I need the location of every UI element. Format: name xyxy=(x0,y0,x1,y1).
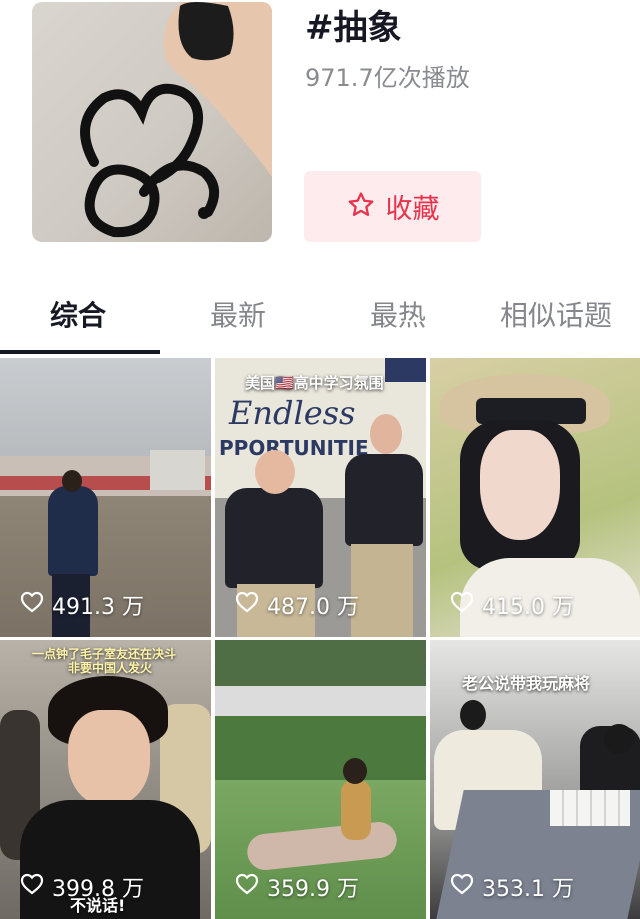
student-left-head xyxy=(255,450,295,494)
heart-outline-icon xyxy=(20,873,44,901)
topic-cover-image xyxy=(32,2,272,242)
student-right-pants xyxy=(351,544,413,637)
girl-head xyxy=(343,758,367,784)
likes-value: 491.3 万 xyxy=(52,595,144,620)
likes-value: 353.1 万 xyxy=(482,877,574,902)
likes-count: 415.0 万 xyxy=(450,589,574,621)
video-caption-line2: 非要中国人发火 xyxy=(68,661,153,675)
girl-body xyxy=(341,780,371,840)
likes-count: 491.3 万 xyxy=(20,589,144,621)
likes-count: 487.0 万 xyxy=(235,589,359,621)
man-head xyxy=(460,700,486,730)
mahjong-tiles xyxy=(550,790,630,826)
sign-text-2: PPORTUNITIE xyxy=(219,436,369,460)
star-outline-icon xyxy=(346,190,376,224)
heart-outline-icon xyxy=(450,591,474,619)
video-grid: 491.3 万 美国🇺🇸高中学习氛围 Endless PPORTUNITIE 4… xyxy=(0,358,640,919)
tab-comprehensive[interactable]: 综合 xyxy=(50,296,106,336)
favorite-button[interactable]: 收藏 xyxy=(304,171,481,242)
likes-count: 353.1 万 xyxy=(450,871,574,903)
player-figure xyxy=(48,486,98,576)
video-caption: 美国🇺🇸高中学习氛围 xyxy=(245,374,384,392)
woman-head xyxy=(604,724,634,754)
play-count: 971.7亿次播放 xyxy=(305,64,470,92)
face xyxy=(480,430,560,540)
video-tile[interactable]: 一点钟了毛子室友还在决斗 非要中国人发火 不说话! 399.8 万 xyxy=(0,640,211,919)
heart-outline-icon xyxy=(450,873,474,901)
building xyxy=(150,450,205,490)
video-tile[interactable]: 老公说带我玩麻将 353.1 万 xyxy=(430,640,640,919)
tab-bar: 综合 最新 最热 相似话题 xyxy=(0,288,640,358)
video-caption: 老公说带我玩麻将 xyxy=(462,674,591,693)
player-head xyxy=(62,470,82,492)
likes-value: 487.0 万 xyxy=(267,595,359,620)
heart-outline-icon xyxy=(235,591,259,619)
active-tab-indicator xyxy=(0,350,160,354)
hedge xyxy=(215,716,426,780)
trees xyxy=(215,640,426,690)
likes-value: 415.0 万 xyxy=(482,595,574,620)
video-tile[interactable]: 491.3 万 xyxy=(0,358,211,637)
video-tile[interactable]: 415.0 万 xyxy=(430,358,640,637)
tab-hottest[interactable]: 最热 xyxy=(370,296,426,336)
likes-value: 359.9 万 xyxy=(267,877,359,902)
heart-outline-icon xyxy=(235,873,259,901)
favorite-label: 收藏 xyxy=(385,194,440,225)
student-left xyxy=(225,488,323,588)
topic-title: #抽象 xyxy=(305,8,402,48)
sign-text: Endless xyxy=(229,394,356,432)
tab-latest[interactable]: 最新 xyxy=(210,296,266,336)
student-right xyxy=(345,454,423,546)
tab-similar-topics[interactable]: 相似话题 xyxy=(500,296,612,336)
likes-count: 399.8 万 xyxy=(20,871,144,903)
likes-count: 359.9 万 xyxy=(235,871,359,903)
video-tile[interactable]: 359.9 万 xyxy=(215,640,426,919)
video-tile[interactable]: 美国🇺🇸高中学习氛围 Endless PPORTUNITIE 487.0 万 xyxy=(215,358,426,637)
student-right-head xyxy=(370,414,402,454)
sign-corner xyxy=(385,358,426,382)
face xyxy=(68,710,150,806)
likes-value: 399.8 万 xyxy=(52,877,144,902)
tent xyxy=(215,686,426,716)
heart-outline-icon xyxy=(20,591,44,619)
